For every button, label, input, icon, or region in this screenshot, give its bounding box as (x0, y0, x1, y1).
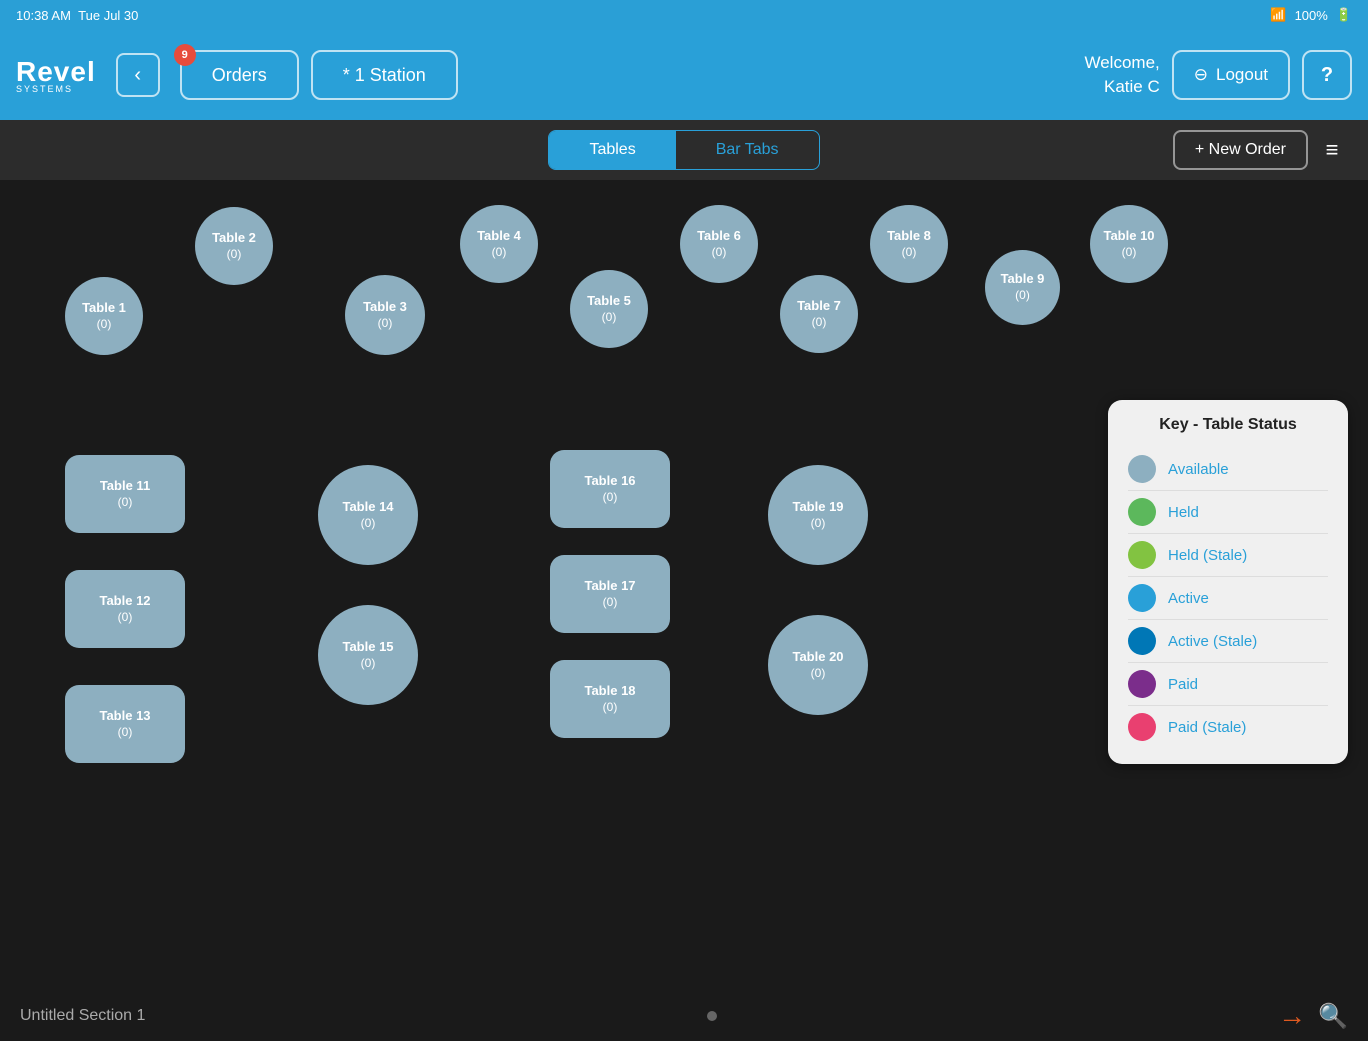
status-right: 📶 100% 🔋 (1270, 7, 1352, 23)
key-dot (1128, 584, 1156, 612)
bottom-bar: Untitled Section 1 → 🔍 (0, 991, 1368, 1041)
back-button[interactable]: ‹ (116, 53, 160, 97)
bottom-center (145, 1011, 1278, 1021)
table-item[interactable]: Table 15(0) (318, 605, 418, 705)
table-item[interactable]: Table 16(0) (550, 450, 670, 528)
logout-button[interactable]: ⊖ Logout (1172, 50, 1290, 100)
key-item: Active (Stale) (1128, 619, 1328, 662)
key-label: Active (Stale) (1168, 633, 1257, 650)
status-time: 10:38 AM Tue Jul 30 (16, 8, 138, 23)
table-item[interactable]: Table 6(0) (680, 205, 758, 283)
status-bar: 10:38 AM Tue Jul 30 📶 100% 🔋 (0, 0, 1368, 30)
station-button[interactable]: * 1 Station (311, 50, 458, 100)
table-item[interactable]: Table 17(0) (550, 555, 670, 633)
key-dot (1128, 627, 1156, 655)
table-item[interactable]: Table 19(0) (768, 465, 868, 565)
key-item: Available (1128, 448, 1328, 490)
tab-tables[interactable]: Tables (549, 131, 675, 169)
key-dot (1128, 713, 1156, 741)
key-title: Key - Table Status (1128, 416, 1328, 434)
key-item: Held (Stale) (1128, 533, 1328, 576)
tab-group: Tables Bar Tabs (548, 130, 819, 170)
logout-icon: ⊖ (1194, 65, 1208, 85)
bottom-right: → 🔍 (1278, 1000, 1348, 1032)
section-label: Untitled Section 1 (20, 1007, 145, 1025)
orders-badge: 9 (174, 44, 196, 66)
key-label: Held (Stale) (1168, 547, 1247, 564)
wifi-icon: 📶 (1270, 7, 1286, 23)
main-canvas: Key - Table Status Available Held Held (… (0, 180, 1368, 1041)
key-dot (1128, 670, 1156, 698)
chevron-left-icon: ‹ (134, 64, 141, 87)
key-label: Available (1168, 461, 1229, 478)
key-dot (1128, 455, 1156, 483)
table-item[interactable]: Table 11(0) (65, 455, 185, 533)
table-item[interactable]: Table 2(0) (195, 207, 273, 285)
search-icon[interactable]: 🔍 (1318, 1002, 1348, 1031)
logo-area: Revel SYSTEMS (16, 56, 96, 94)
battery-label: 100% (1295, 8, 1328, 23)
key-item: Held (1128, 490, 1328, 533)
table-item[interactable]: Table 8(0) (870, 205, 948, 283)
table-item[interactable]: Table 20(0) (768, 615, 868, 715)
page-indicator (707, 1011, 717, 1021)
key-label: Active (1168, 590, 1209, 607)
table-item[interactable]: Table 9(0) (985, 250, 1060, 325)
table-item[interactable]: Table 14(0) (318, 465, 418, 565)
table-item[interactable]: Table 7(0) (780, 275, 858, 353)
welcome-text: Welcome, Katie C (1084, 51, 1159, 99)
header: Revel SYSTEMS ‹ 9 Orders * 1 Station Wel… (0, 30, 1368, 120)
list-icon: ≡ (1326, 137, 1339, 163)
key-item: Paid (Stale) (1128, 705, 1328, 748)
table-item[interactable]: Table 10(0) (1090, 205, 1168, 283)
table-item[interactable]: Table 5(0) (570, 270, 648, 348)
orders-button[interactable]: 9 Orders (180, 50, 299, 100)
table-item[interactable]: Table 4(0) (460, 205, 538, 283)
key-dot (1128, 498, 1156, 526)
key-item: Paid (1128, 662, 1328, 705)
table-item[interactable]: Table 1(0) (65, 277, 143, 355)
key-item: Active (1128, 576, 1328, 619)
tab-bar-tabs[interactable]: Bar Tabs (676, 131, 819, 169)
battery-icon: 🔋 (1336, 7, 1352, 23)
key-items: Available Held Held (Stale) Active Activ… (1128, 448, 1328, 748)
table-item[interactable]: Table 18(0) (550, 660, 670, 738)
key-dot (1128, 541, 1156, 569)
table-item[interactable]: Table 12(0) (65, 570, 185, 648)
toolbar: Tables Bar Tabs + New Order ≡ (0, 120, 1368, 180)
new-order-button[interactable]: + New Order (1173, 130, 1308, 170)
table-item[interactable]: Table 13(0) (65, 685, 185, 763)
help-button[interactable]: ? (1302, 50, 1352, 100)
key-label: Paid (1168, 676, 1198, 693)
key-label: Held (1168, 504, 1199, 521)
table-item[interactable]: Table 3(0) (345, 275, 425, 355)
arrow-right-icon: → (1278, 1000, 1306, 1032)
key-label: Paid (Stale) (1168, 719, 1246, 736)
list-icon-button[interactable]: ≡ (1312, 130, 1352, 170)
key-panel: Key - Table Status Available Held Held (… (1108, 400, 1348, 764)
